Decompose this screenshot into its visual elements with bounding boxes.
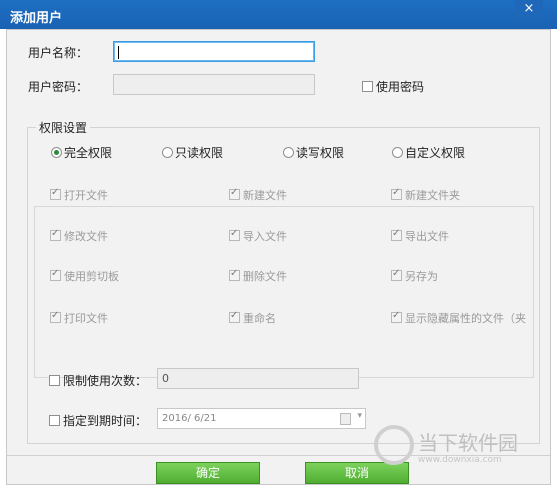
expiry-checkbox[interactable]: 指定到期时间：: [49, 412, 147, 429]
chevron-down-icon: ▾: [357, 411, 362, 421]
perm-clipboard[interactable]: 使用剪切板: [50, 268, 119, 284]
watermark: 当下软件园 www.downxia.com: [374, 425, 544, 477]
use-password-label: 使用密码: [376, 80, 425, 94]
perm-label: 删除文件: [243, 270, 287, 283]
perm-label: 显示隐藏属性的文件（夹: [405, 312, 526, 325]
checkbox-icon: [50, 187, 61, 200]
watermark-logo-icon: [374, 425, 414, 465]
checkbox-icon: [391, 310, 402, 323]
watermark-url: www.downxia.com: [418, 455, 502, 465]
perm-label: 新建文件: [243, 189, 287, 202]
checkbox-icon: [229, 187, 240, 200]
checkbox-icon: [50, 268, 61, 281]
title-bar: 添加用户 ×: [0, 0, 557, 29]
close-button[interactable]: ×: [515, 0, 543, 20]
checkbox-icon: [391, 228, 402, 241]
perm-rename[interactable]: 重命名: [229, 310, 276, 326]
close-icon: ×: [523, 1, 535, 16]
radio-label: 读写权限: [296, 146, 345, 160]
expiry-label: 指定到期时间：: [63, 414, 148, 428]
watermark-text: 当下软件园: [418, 431, 518, 455]
radio-label: 自定义权限: [405, 146, 466, 160]
password-input[interactable]: [113, 74, 315, 95]
username-input[interactable]: [113, 41, 315, 62]
expiry-date-value: 2016/ 6/21: [162, 413, 217, 424]
perm-label: 导入文件: [243, 230, 287, 243]
perm-label: 修改文件: [64, 230, 108, 243]
radio-label: 只读权限: [175, 146, 224, 160]
perm-modify-file[interactable]: 修改文件: [50, 228, 108, 244]
expiry-date-picker[interactable]: 2016/ 6/21 ▾: [157, 408, 366, 429]
ok-button[interactable]: 确定: [156, 462, 260, 484]
checkbox-icon: [229, 268, 240, 281]
checkbox-icon: [49, 375, 60, 386]
radio-label: 完全权限: [64, 146, 113, 160]
usage-count-value: 0: [162, 372, 169, 385]
window-title: 添加用户: [10, 11, 63, 26]
perm-new-folder[interactable]: 新建文件夹: [391, 187, 460, 203]
username-label: 用户名称：: [28, 46, 89, 60]
password-label: 用户密码：: [28, 80, 89, 94]
perm-label: 新建文件夹: [405, 189, 460, 202]
checkbox-icon: [362, 81, 373, 92]
radio-icon: [283, 147, 294, 158]
perm-delete-file[interactable]: 删除文件: [229, 268, 287, 284]
checkbox-icon: [391, 187, 402, 200]
dialog-client-area: 用户名称： 用户密码： 使用密码 权限设置 完全权限 只读权限 读写权限 自定义…: [6, 29, 551, 485]
checkbox-icon: [229, 310, 240, 323]
usage-count-label: 限制使用次数：: [63, 374, 148, 388]
perm-save-as[interactable]: 另存为: [391, 268, 438, 284]
radio-icon: [392, 147, 403, 158]
checkbox-icon: [229, 228, 240, 241]
checkbox-icon: [50, 228, 61, 241]
perm-label: 重命名: [243, 312, 276, 325]
perm-show-hidden[interactable]: 显示隐藏属性的文件（夹: [391, 310, 526, 326]
radio-icon: [162, 147, 173, 158]
checkbox-icon: [50, 310, 61, 323]
radio-selected-icon: [51, 147, 62, 158]
perm-label: 使用剪切板: [64, 270, 119, 283]
calendar-icon: [340, 413, 351, 425]
use-password-checkbox[interactable]: 使用密码: [362, 78, 424, 95]
checkbox-icon: [49, 415, 60, 426]
radio-readwrite-permission[interactable]: 读写权限: [283, 144, 344, 161]
perm-label: 打开文件: [64, 189, 108, 202]
text-caret: [118, 46, 119, 59]
perm-new-file[interactable]: 新建文件: [229, 187, 287, 203]
usage-count-input[interactable]: 0: [157, 368, 359, 389]
checkbox-icon: [391, 268, 402, 281]
radio-readonly-permission[interactable]: 只读权限: [162, 144, 223, 161]
permissions-group-title: 权限设置: [36, 119, 91, 136]
perm-open-file[interactable]: 打开文件: [50, 187, 108, 203]
perm-label: 导出文件: [405, 230, 449, 243]
perm-print-file[interactable]: 打印文件: [50, 310, 108, 326]
perm-label: 另存为: [405, 270, 438, 283]
perm-export-file[interactable]: 导出文件: [391, 228, 449, 244]
perm-label: 打印文件: [64, 312, 108, 325]
radio-full-permission[interactable]: 完全权限: [51, 144, 112, 161]
usage-count-checkbox[interactable]: 限制使用次数：: [49, 372, 147, 389]
radio-custom-permission[interactable]: 自定义权限: [392, 144, 465, 161]
perm-import-file[interactable]: 导入文件: [229, 228, 287, 244]
